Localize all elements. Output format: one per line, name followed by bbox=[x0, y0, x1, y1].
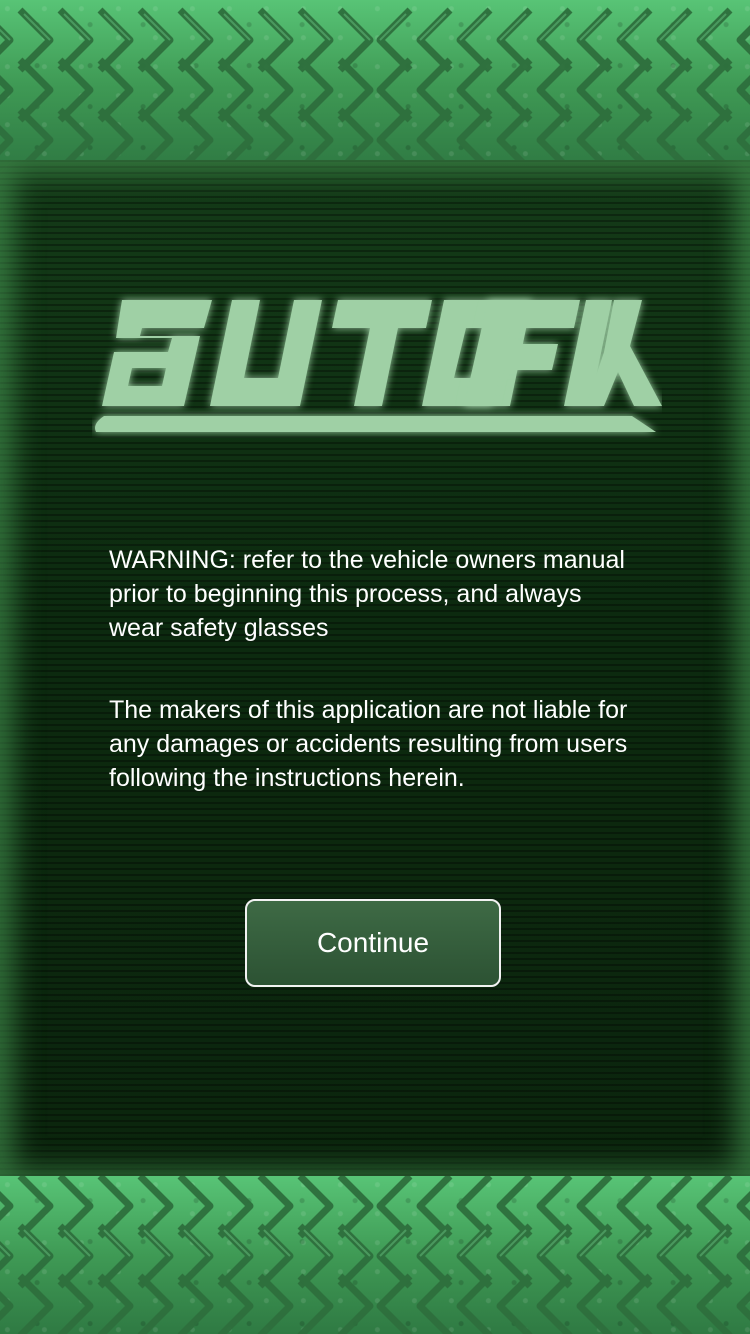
auto-fix-logo bbox=[95, 300, 662, 432]
continue-button[interactable]: Continue bbox=[245, 899, 501, 987]
tread-pattern-top bbox=[0, 7, 750, 168]
tread-pattern-bottom bbox=[0, 1176, 750, 1334]
tire-tread-top-band bbox=[0, 0, 750, 168]
tire-tread-bottom-band bbox=[0, 1176, 750, 1334]
liability-disclaimer-text: The makers of this application are not l… bbox=[109, 696, 628, 792]
safety-warning-text: WARNING: refer to the vehicle owners man… bbox=[109, 546, 625, 642]
disclaimer-screen: WARNING: refer to the vehicle owners man… bbox=[0, 0, 750, 1334]
